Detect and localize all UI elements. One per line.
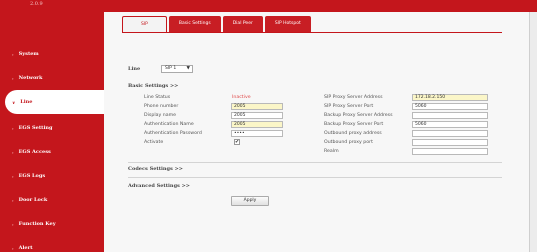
display-name-field[interactable]: 2005: [231, 112, 283, 119]
sidebar-item-label: EGS Logs: [18, 173, 46, 179]
apply-button[interactable]: Apply: [231, 196, 269, 206]
sidebar-item-label: Line: [20, 99, 33, 105]
outbound-proxy-port-field[interactable]: [412, 139, 488, 146]
line-status-label: Line Status: [144, 95, 171, 100]
outbound-proxy-address-field[interactable]: [412, 130, 488, 137]
outbound-proxy-address-label: Outbound proxy address: [324, 131, 382, 136]
chevron-down-icon: ∨: [12, 99, 16, 105]
chevron-right-icon: ›: [12, 245, 14, 251]
auth-password-field[interactable]: ••••: [231, 130, 283, 137]
brand-text: 2.0.9: [30, 1, 43, 7]
advanced-settings-heading[interactable]: Advanced Settings >>: [128, 183, 190, 189]
sidebar-item-label: EGS Access: [18, 149, 51, 155]
codecs-settings-heading[interactable]: Codecs Settings >>: [128, 166, 183, 172]
sidebar-item-system[interactable]: › System: [0, 42, 104, 66]
line-status-value: Inactive: [232, 95, 251, 100]
activate-checkbox[interactable]: ✔: [234, 139, 240, 145]
chevron-right-icon: ›: [12, 125, 14, 131]
sidebar-item-function-key[interactable]: › Function Key: [0, 212, 104, 236]
backup-proxy-port-label: Backup Proxy Server Port: [324, 122, 384, 127]
section-divider: [128, 177, 502, 178]
tab-divider: [122, 32, 502, 33]
chevron-right-icon: ›: [12, 149, 14, 155]
chevron-right-icon: ›: [12, 197, 14, 203]
tab-dial-peer[interactable]: Dial Peer: [222, 16, 263, 32]
backup-proxy-port-field[interactable]: 5060: [412, 121, 488, 128]
sidebar-item-alert[interactable]: › Alert: [0, 236, 104, 252]
sip-proxy-address-label: SIP Proxy Server Address: [324, 95, 383, 100]
sip-proxy-address-field[interactable]: 172.18.2.150: [412, 94, 488, 101]
main-content: SIP Basic Settings Dial Peer SIP Hotspot…: [104, 12, 530, 252]
backup-proxy-address-field[interactable]: [412, 112, 488, 119]
auth-name-field[interactable]: 2005: [231, 121, 283, 128]
sidebar-item-network[interactable]: › Network: [0, 66, 104, 90]
sip-proxy-port-label: SIP Proxy Server Port: [324, 104, 374, 109]
sip-proxy-port-field[interactable]: 5060: [412, 103, 488, 110]
realm-field[interactable]: [412, 148, 488, 155]
basic-settings-heading[interactable]: Basic Settings >>: [128, 83, 178, 89]
chevron-down-icon: ▼: [186, 66, 190, 71]
tab-basic-settings[interactable]: Basic Settings: [168, 16, 221, 32]
phone-number-label: Phone number: [144, 104, 179, 109]
sidebar: › System › Network ∨ Line › EGS Setting › EGS…: [0, 12, 104, 252]
sidebar-item-egs-setting[interactable]: › EGS Setting: [0, 116, 104, 140]
top-banner: 2.0.9: [0, 0, 537, 12]
auth-password-label: Authentication Password: [144, 131, 202, 136]
chevron-right-icon: ›: [12, 51, 14, 57]
line-select-value: SIP 1: [165, 66, 177, 71]
activate-label: Activate: [144, 140, 164, 145]
chevron-right-icon: ›: [12, 221, 14, 227]
sidebar-item-line[interactable]: ∨ Line: [5, 90, 104, 114]
backup-proxy-address-label: Backup Proxy Server Address: [324, 113, 393, 118]
sidebar-item-label: System: [18, 51, 39, 57]
line-select[interactable]: SIP 1 ▼: [161, 65, 193, 73]
sidebar-item-egs-access[interactable]: › EGS Access: [0, 140, 104, 164]
tab-bar: SIP Basic Settings Dial Peer SIP Hotspot: [122, 16, 313, 32]
auth-name-label: Authentication Name: [144, 122, 194, 127]
realm-label: Realm: [324, 149, 339, 154]
section-divider: [128, 162, 502, 163]
tab-sip[interactable]: SIP: [122, 16, 167, 32]
display-name-label: Display name: [144, 113, 177, 118]
sidebar-item-door-lock[interactable]: › Door Lock: [0, 188, 104, 212]
sidebar-item-label: Door Lock: [18, 197, 48, 203]
sidebar-item-label: Alert: [18, 245, 33, 251]
sidebar-item-egs-logs[interactable]: › EGS Logs: [0, 164, 104, 188]
tab-sip-hotspot[interactable]: SIP Hotspot: [264, 16, 311, 32]
sidebar-item-label: Network: [18, 75, 43, 81]
line-label: Line: [128, 66, 141, 72]
chevron-right-icon: ›: [12, 75, 14, 81]
sidebar-item-label: Function Key: [18, 221, 56, 227]
sidebar-item-label: EGS Setting: [18, 125, 53, 131]
chevron-right-icon: ›: [12, 173, 14, 179]
phone-number-field[interactable]: 2005: [231, 103, 283, 110]
outbound-proxy-port-label: Outbound proxy port: [324, 140, 373, 145]
